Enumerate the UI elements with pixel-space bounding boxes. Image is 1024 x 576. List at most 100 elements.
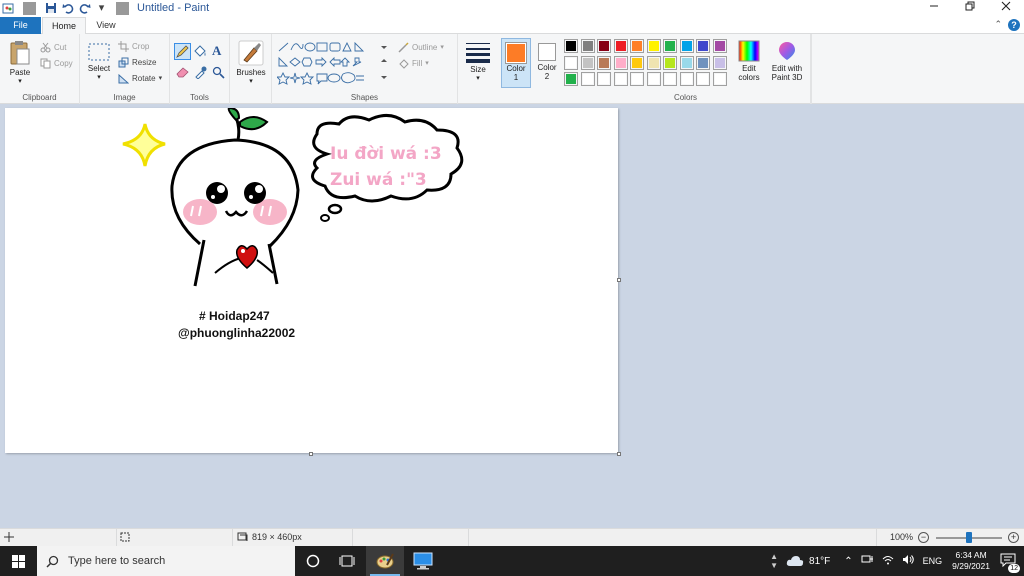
rotate-button[interactable]: Rotate ▾ bbox=[118, 71, 162, 85]
fill-dropdown-icon: ▾ bbox=[425, 60, 429, 67]
paste-label: Paste bbox=[9, 68, 31, 77]
palette-color-swatch[interactable] bbox=[597, 72, 611, 86]
palette-color-swatch[interactable] bbox=[564, 72, 578, 86]
select-button[interactable]: Select ▾ bbox=[84, 42, 114, 81]
pencil-tool[interactable] bbox=[174, 43, 191, 60]
crop-button[interactable]: Crop bbox=[118, 39, 149, 53]
palette-color-swatch[interactable] bbox=[613, 55, 628, 70]
color-picker-tool[interactable] bbox=[194, 66, 207, 82]
resize-button[interactable]: Resize bbox=[118, 55, 156, 69]
palette-color-swatch[interactable] bbox=[597, 39, 611, 53]
edit-with-paint3d-button[interactable]: Edit with Paint 3D bbox=[766, 40, 808, 82]
palette-color-swatch[interactable] bbox=[580, 55, 595, 70]
taskbar-scroll-icon[interactable]: ▲ ▼ bbox=[766, 552, 782, 570]
taskbar-clock[interactable]: 6:34 AM 9/29/2021 bbox=[946, 550, 996, 572]
palette-color-swatch[interactable] bbox=[712, 55, 727, 70]
cortana-button[interactable] bbox=[294, 546, 332, 576]
color2-button[interactable]: Color 2 bbox=[533, 38, 561, 88]
sparkle-star bbox=[122, 123, 166, 167]
canvas-resize-handle-bottom[interactable] bbox=[309, 452, 313, 456]
fill-tool[interactable] bbox=[193, 44, 207, 61]
save-icon[interactable] bbox=[44, 2, 57, 15]
image-size-icon bbox=[237, 532, 248, 541]
minimize-icon[interactable] bbox=[916, 0, 952, 17]
palette-color-swatch[interactable] bbox=[580, 72, 595, 86]
help-icon[interactable]: ? bbox=[1008, 19, 1020, 31]
eraser-tool[interactable] bbox=[176, 66, 190, 81]
edit-colors-button[interactable]: Edit colors bbox=[731, 40, 767, 82]
palette-color-swatch[interactable] bbox=[646, 39, 661, 53]
palette-color-swatch[interactable] bbox=[613, 72, 628, 86]
palette-color-swatch[interactable] bbox=[696, 72, 710, 86]
palette-color-fill bbox=[698, 74, 708, 84]
canvas-resize-handle-right[interactable] bbox=[617, 278, 621, 282]
palette-color-swatch[interactable] bbox=[696, 39, 710, 53]
close-icon[interactable] bbox=[988, 0, 1024, 17]
tab-home[interactable]: Home bbox=[42, 17, 86, 34]
undo-icon[interactable] bbox=[61, 2, 74, 15]
palette-color-fill bbox=[714, 41, 725, 51]
taskbar-paint-app[interactable] bbox=[366, 546, 404, 576]
palette-color-swatch[interactable] bbox=[646, 72, 661, 86]
weather-widget[interactable]: 81°F bbox=[782, 555, 834, 567]
palette-color-swatch[interactable] bbox=[663, 72, 677, 86]
size-label: Size bbox=[470, 65, 486, 74]
image-size-readout: 819 × 460px bbox=[237, 532, 302, 542]
select-label: Select bbox=[87, 64, 111, 73]
tab-file[interactable]: File bbox=[0, 17, 41, 34]
palette-color-swatch[interactable] bbox=[663, 55, 677, 70]
palette-color-swatch[interactable] bbox=[630, 55, 644, 70]
outline-button[interactable]: Outline ▾ bbox=[398, 40, 444, 54]
restore-icon[interactable] bbox=[952, 0, 988, 17]
zoom-out-button[interactable]: − bbox=[918, 532, 929, 543]
size-button[interactable]: Size ▾ bbox=[463, 41, 493, 82]
shapes-gallery-icons bbox=[275, 41, 387, 85]
collapse-ribbon-icon[interactable]: ⌃ bbox=[994, 19, 1002, 30]
palette-color-swatch[interactable] bbox=[663, 39, 677, 53]
redo-icon[interactable] bbox=[78, 2, 91, 15]
palette-color-swatch[interactable] bbox=[564, 39, 578, 53]
customize-quick-access-dropdown[interactable]: ▾ bbox=[95, 2, 108, 15]
palette-color-swatch[interactable] bbox=[679, 72, 694, 86]
notification-center-button[interactable]: 12 bbox=[996, 553, 1024, 573]
canvas-resize-handle-corner[interactable] bbox=[617, 452, 621, 456]
zoom-level: 100% bbox=[890, 532, 914, 542]
palette-color-fill bbox=[648, 57, 659, 68]
paste-button[interactable]: Paste ▾ bbox=[4, 40, 36, 85]
taskbar-remote-desktop[interactable] bbox=[404, 546, 442, 576]
brushes-button[interactable]: Brushes ▾ bbox=[233, 40, 269, 85]
color1-button[interactable]: Color 1 bbox=[501, 38, 531, 88]
start-button[interactable] bbox=[0, 546, 36, 576]
text-tool[interactable]: A bbox=[212, 43, 221, 59]
zoom-slider-thumb[interactable] bbox=[966, 532, 972, 543]
palette-color-swatch[interactable] bbox=[679, 55, 694, 70]
network-icon[interactable] bbox=[857, 554, 878, 568]
palette-color-swatch[interactable] bbox=[679, 39, 694, 53]
shapes-gallery[interactable] bbox=[275, 40, 389, 88]
palette-color-swatch[interactable] bbox=[597, 55, 611, 70]
tab-view[interactable]: View bbox=[88, 17, 124, 34]
show-hidden-icons-chevron[interactable]: ⌃ bbox=[834, 556, 856, 567]
palette-color-fill bbox=[566, 57, 576, 68]
drawing-canvas[interactable]: Iu đời wá :3 Zui wá :"3 # Hoidap247 @phu… bbox=[5, 108, 618, 453]
palette-color-swatch[interactable] bbox=[712, 39, 727, 53]
palette-color-swatch[interactable] bbox=[696, 55, 710, 70]
palette-color-swatch[interactable] bbox=[613, 39, 628, 53]
taskbar-search[interactable]: Type here to search bbox=[37, 546, 295, 576]
wifi-icon[interactable] bbox=[878, 555, 898, 568]
palette-color-swatch[interactable] bbox=[580, 39, 595, 53]
fill-button[interactable]: Fill ▾ bbox=[398, 56, 429, 70]
copy-button[interactable]: Copy bbox=[40, 56, 73, 70]
palette-color-swatch[interactable] bbox=[712, 72, 727, 86]
palette-color-swatch[interactable] bbox=[630, 72, 644, 86]
palette-color-swatch[interactable] bbox=[646, 55, 661, 70]
task-view-button[interactable] bbox=[328, 546, 366, 576]
paint3d-label-1: Edit with bbox=[771, 64, 803, 73]
palette-color-swatch[interactable] bbox=[630, 39, 644, 53]
palette-color-swatch[interactable] bbox=[564, 55, 578, 70]
zoom-in-button[interactable]: + bbox=[1008, 532, 1019, 543]
cut-button[interactable]: Cut bbox=[40, 40, 66, 54]
input-language[interactable]: ENG bbox=[919, 556, 947, 566]
volume-icon[interactable] bbox=[898, 554, 919, 568]
magnifier-tool[interactable] bbox=[212, 66, 225, 82]
